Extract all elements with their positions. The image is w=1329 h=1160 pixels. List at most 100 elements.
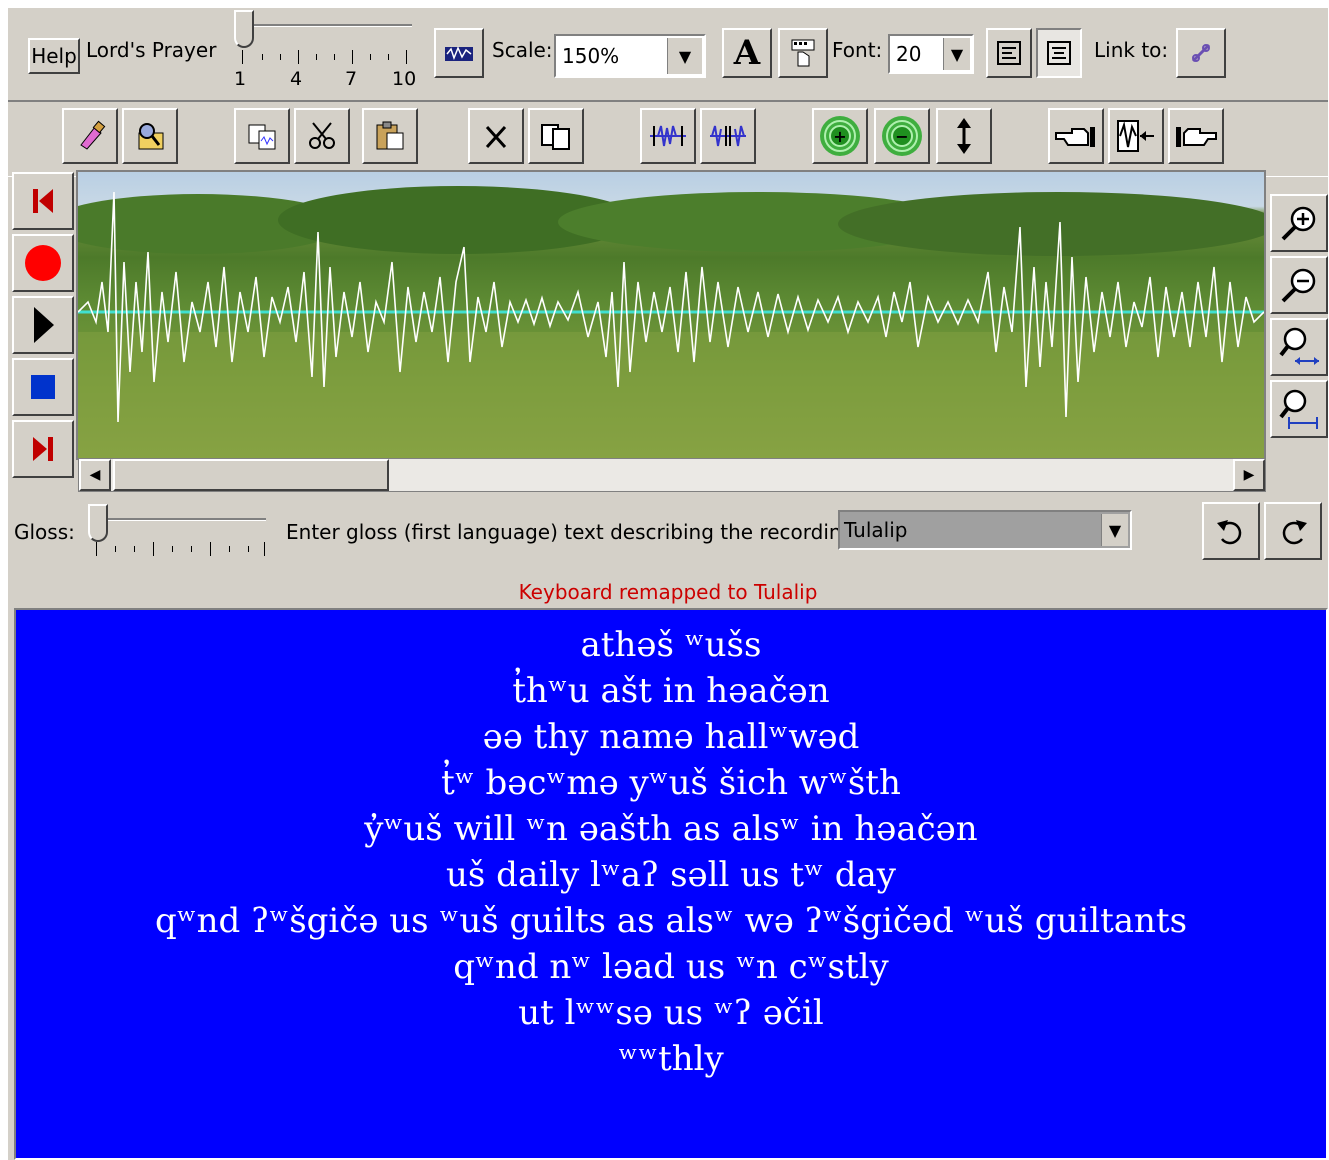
zoom-in-button[interactable] (1270, 194, 1328, 252)
transcript-text-area[interactable]: athəš ʷušs t̓hʷu ašt in həačən əə thy na… (14, 608, 1328, 1160)
zoom-in-icon (1281, 206, 1316, 241)
zoom-fit-horizontal-icon (1279, 327, 1319, 365)
expand-button[interactable] (700, 108, 756, 164)
align-center-icon (1047, 41, 1071, 65)
skip-end-button[interactable] (12, 420, 74, 478)
copy-icon (248, 124, 276, 150)
undo-button[interactable] (1202, 502, 1260, 560)
link-button[interactable] (1176, 28, 1226, 78)
redo-button[interactable] (1264, 502, 1322, 560)
scroll-right-button[interactable]: ▶ (1233, 459, 1265, 491)
zoom-out-icon (1281, 268, 1316, 303)
scale-label: Scale: (492, 38, 553, 62)
tree-canopy (78, 186, 1264, 458)
skip-start-icon (33, 189, 53, 213)
help-button[interactable]: Help (28, 38, 80, 74)
zoom-range-button[interactable] (1270, 380, 1328, 438)
paste-icon (376, 121, 404, 150)
transcript-line: t̓hʷu ašt in həačən (512, 671, 830, 711)
transcript-line: athəš ʷušs (580, 625, 762, 665)
transcript-line: ʷʷthly (618, 1039, 724, 1079)
font-button[interactable]: A (722, 28, 772, 78)
eraser-button[interactable] (62, 108, 118, 164)
play-button[interactable] (12, 296, 74, 354)
delete-icon (485, 125, 507, 149)
stop-button[interactable] (12, 358, 74, 416)
align-center-button[interactable] (1036, 28, 1082, 78)
waveform-panel[interactable] (76, 170, 1266, 460)
scale-select[interactable]: 150% ▼ (554, 34, 706, 78)
gloss-prompt: Enter gloss (first language) text descri… (286, 520, 855, 544)
transcript-line: t̓ʷ bəcʷmə yʷuš šich wʷšth (441, 763, 901, 803)
skip-start-button[interactable] (12, 172, 74, 230)
gloss-label: Gloss: (14, 520, 75, 544)
language-select[interactable]: Tulalip ▼ (838, 510, 1132, 550)
expand-icon (710, 125, 746, 147)
compress-icon (650, 125, 686, 147)
skip-end-icon (33, 437, 53, 461)
vertical-scale-button[interactable] (936, 108, 992, 164)
arrow-right-icon: ▶ (1243, 467, 1255, 483)
align-left-button[interactable] (986, 28, 1032, 78)
copy-button[interactable] (234, 108, 290, 164)
svg-text:+: + (833, 127, 846, 146)
record-button[interactable] (12, 234, 74, 292)
font-size-select[interactable]: 20 ▼ (888, 34, 974, 74)
waveform-scrollbar[interactable]: ◀ ▶ (78, 458, 1266, 492)
undo-icon (1217, 520, 1242, 545)
recording-title: Lord's Prayer (86, 38, 217, 62)
position-slider[interactable]: 1 4 7 10 (232, 10, 422, 94)
waveform-image-button[interactable] (434, 28, 484, 78)
compress-button[interactable] (640, 108, 696, 164)
zoom-in-green-icon: + (820, 116, 860, 156)
transcript-line: qʷnd nʷ ləad us ʷn cʷstly (453, 947, 889, 987)
status-message: Keyboard remapped to Tulalip (518, 580, 818, 604)
font-size-value: 20 (896, 42, 922, 66)
app-window: Help Lord's Prayer 1 4 7 10 Scale: 150% … (8, 8, 1328, 1160)
gloss-slider-thumb[interactable] (88, 504, 108, 542)
stop-icon (31, 375, 55, 399)
attenuate-button[interactable]: − (874, 108, 930, 164)
keyboard-map-icon (791, 39, 815, 67)
chevron-down-icon[interactable]: ▼ (943, 38, 970, 70)
eraser-icon (80, 120, 106, 150)
scale-value: 150% (562, 44, 620, 68)
zoom-out-button[interactable] (1270, 256, 1328, 314)
scroll-left-button[interactable]: ◀ (79, 459, 111, 491)
gloss-slider[interactable] (88, 502, 274, 562)
paste-button[interactable] (362, 108, 418, 164)
position-slider-thumb[interactable] (234, 10, 254, 48)
duplicate-icon (541, 124, 570, 150)
search-folder-icon (138, 123, 164, 150)
transcript-line: ut lʷʷsə us ʷʔ əčil (518, 993, 824, 1033)
record-icon (25, 245, 61, 281)
ruler-label: 4 (290, 68, 303, 90)
font-icon: A (733, 33, 761, 73)
chevron-down-icon[interactable]: ▼ (667, 38, 702, 74)
waveform-display (78, 186, 1264, 458)
arrow-left-icon: ◀ (89, 467, 101, 483)
scroll-thumb[interactable] (113, 459, 389, 491)
find-button[interactable] (122, 108, 178, 164)
point-left-button[interactable] (1048, 108, 1104, 164)
delete-button[interactable] (468, 108, 524, 164)
link-icon (1191, 43, 1211, 63)
zoom-fit-button[interactable] (1270, 318, 1328, 376)
hand-right-icon (1176, 127, 1217, 147)
vertical-resize-icon (957, 118, 971, 154)
align-left-icon (997, 41, 1021, 65)
amplify-button[interactable]: + (812, 108, 868, 164)
play-icon (34, 307, 54, 343)
transcript-line: əə thy namə hallʷwəd (482, 717, 860, 757)
chevron-down-icon[interactable]: ▼ (1101, 514, 1128, 546)
zoom-out-green-icon: − (882, 116, 922, 156)
point-right-button[interactable] (1168, 108, 1224, 164)
cut-button[interactable] (294, 108, 350, 164)
wave-insert-icon (1117, 120, 1154, 152)
ruler-label: 7 (345, 68, 358, 90)
keyboard-button[interactable] (778, 28, 828, 78)
link-to-label: Link to: (1094, 38, 1169, 62)
transcript-line: y̓ʷuš will ʷn əašth as alsʷ in həačən (364, 809, 978, 849)
duplicate-button[interactable] (528, 108, 584, 164)
insert-wave-button[interactable] (1108, 108, 1164, 164)
